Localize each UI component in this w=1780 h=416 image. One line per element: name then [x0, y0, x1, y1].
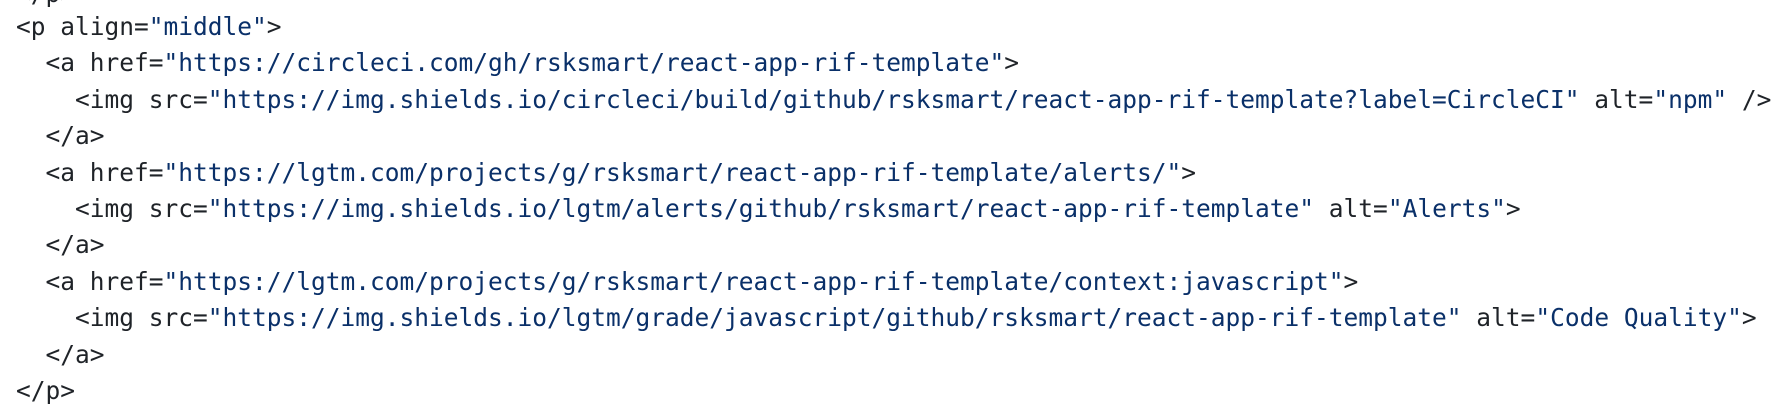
code-string: "npm"	[1653, 85, 1728, 114]
code-text: alt=	[1461, 303, 1536, 332]
code-text: <img src=	[16, 303, 208, 332]
code-text: >	[1004, 48, 1020, 77]
code-text: alt=	[1579, 85, 1654, 114]
code-text: alt=	[1314, 194, 1388, 223]
code-string: "Alerts"	[1387, 194, 1506, 223]
code-string: "https://img.shields.io/circleci/build/g…	[207, 85, 1580, 114]
code-line: </a>	[16, 227, 105, 263]
code-text: >	[1741, 303, 1757, 332]
code-text: </a>	[16, 340, 105, 369]
code-line: <img src="https://img.shields.io/lgtm/gr…	[16, 300, 1757, 336]
code-string: "https://circleci.com/gh/rsksmart/react-…	[163, 48, 1005, 77]
code-string: "https://img.shields.io/lgtm/alerts/gith…	[207, 194, 1315, 223]
code-line: <a href="https://lgtm.com/projects/g/rsk…	[16, 155, 1197, 191]
code-string: "Code Quality"	[1535, 303, 1742, 332]
code-text: >	[1181, 158, 1197, 187]
code-text: <a href=	[16, 158, 164, 187]
code-string: "middle"	[148, 12, 267, 41]
code-text: </p>	[16, 376, 76, 405]
code-string: "https://lgtm.com/projects/g/rsksmart/re…	[163, 267, 1344, 296]
code-line: <p align="middle">	[16, 9, 282, 45]
code-line: <img src="https://img.shields.io/circlec…	[16, 82, 1771, 118]
code-text: >	[1505, 194, 1521, 223]
code-line: </p>	[16, 373, 75, 409]
code-text: />	[1727, 85, 1772, 114]
code-text: </a>	[16, 230, 105, 259]
code-string: "https://lgtm.com/projects/g/rsksmart/re…	[163, 158, 1182, 187]
code-block: </p> <p align="middle"> <a href="https:/…	[0, 0, 1780, 416]
code-text: <img src=	[16, 85, 208, 114]
code-text: <a href=	[16, 48, 164, 77]
code-line: </a>	[16, 337, 105, 373]
code-text: <img src=	[16, 194, 208, 223]
code-text: <p align=	[16, 12, 149, 41]
code-text: >	[1343, 267, 1359, 296]
code-text: </a>	[16, 121, 105, 150]
code-line: </a>	[16, 118, 105, 154]
code-line: <img src="https://img.shields.io/lgtm/al…	[16, 191, 1521, 227]
code-line: <a href="https://circleci.com/gh/rsksmar…	[16, 45, 1020, 81]
code-text: >	[266, 12, 282, 41]
code-text: </p>	[16, 0, 75, 8]
code-string: "https://img.shields.io/lgtm/grade/javas…	[207, 303, 1462, 332]
code-text: <a href=	[16, 267, 164, 296]
code-line: <a href="https://lgtm.com/projects/g/rsk…	[16, 264, 1359, 300]
